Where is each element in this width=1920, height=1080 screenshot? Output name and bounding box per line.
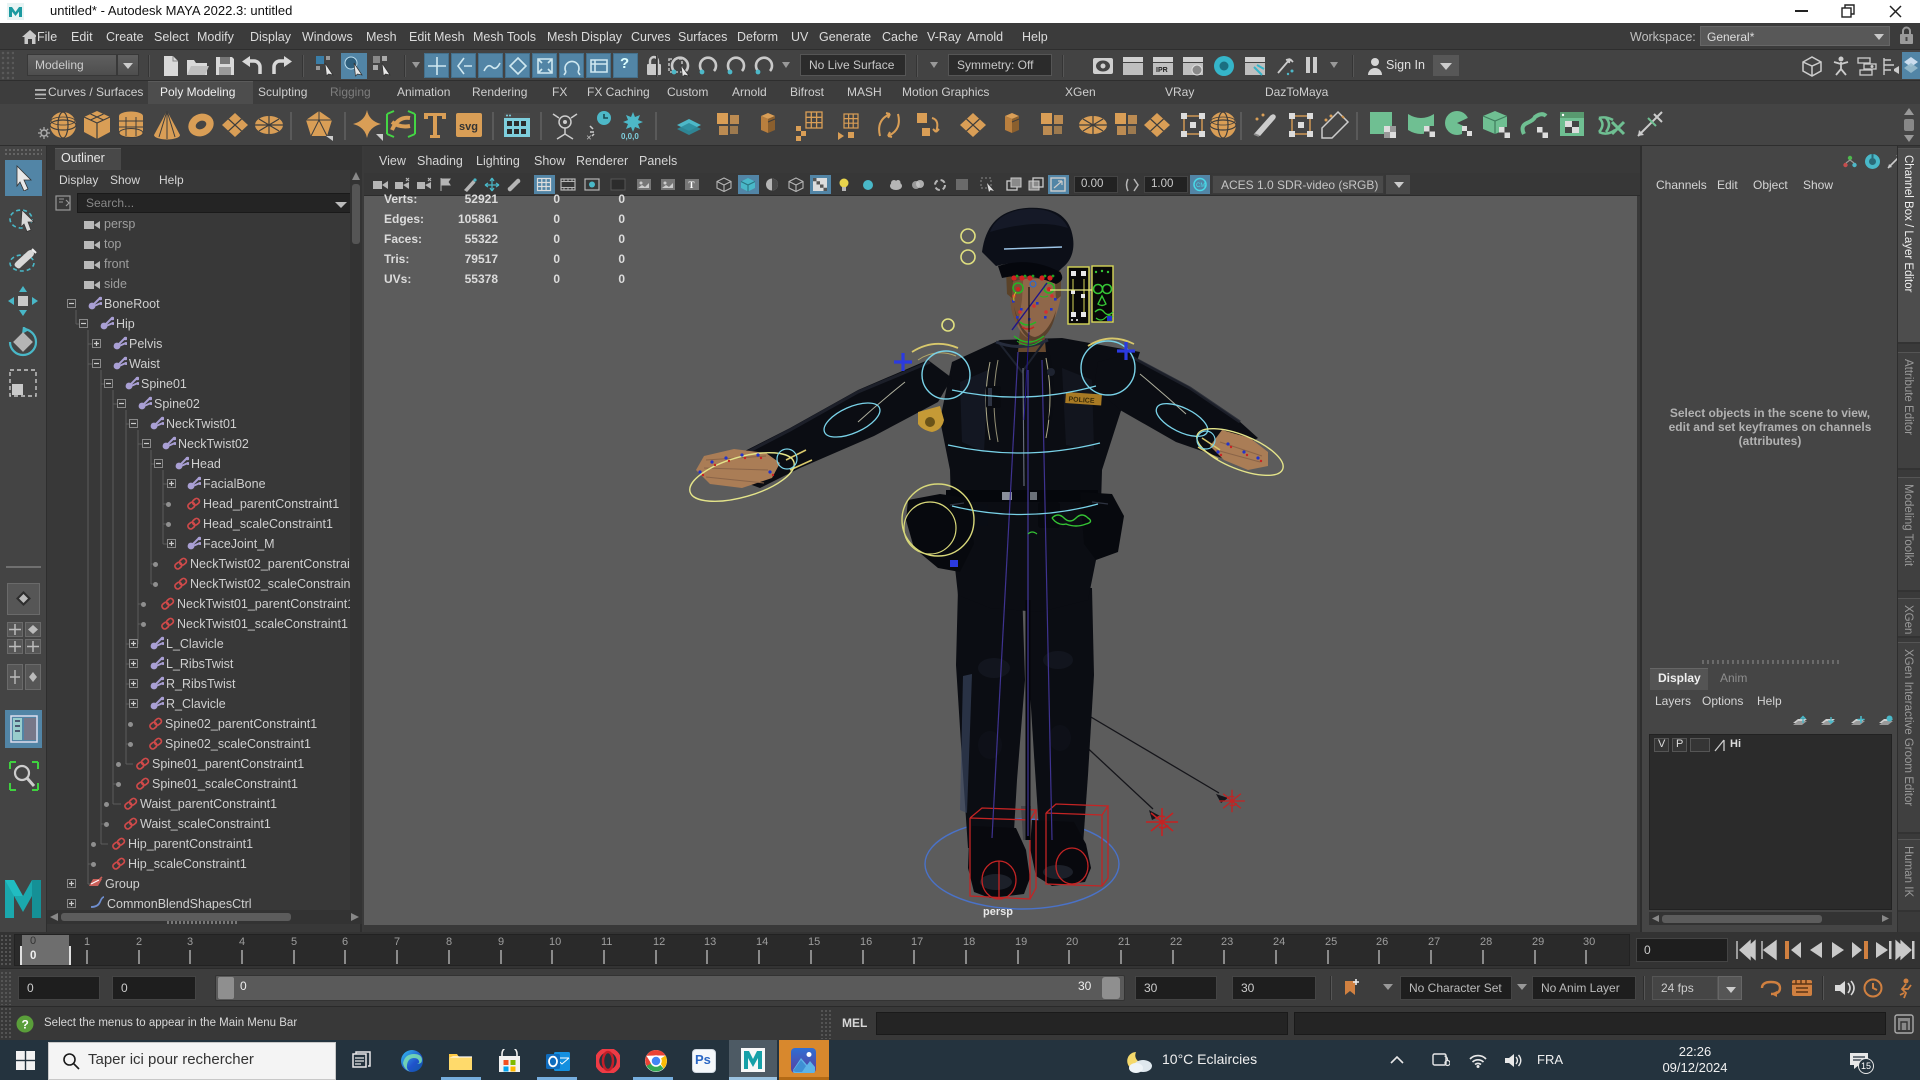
svg-text:0,0,0: 0,0,0 [621, 132, 639, 141]
svg-text:persp: persp [983, 906, 1013, 918]
svg-text:svg: svg [459, 121, 478, 133]
svg-text:?: ? [22, 1018, 29, 1032]
svg-text:CM: CM [1196, 183, 1205, 189]
svg-text:✕: ✕ [586, 135, 592, 142]
svg-text:T: T [689, 180, 695, 190]
svg-text:IPR: IPR [1156, 67, 1168, 74]
